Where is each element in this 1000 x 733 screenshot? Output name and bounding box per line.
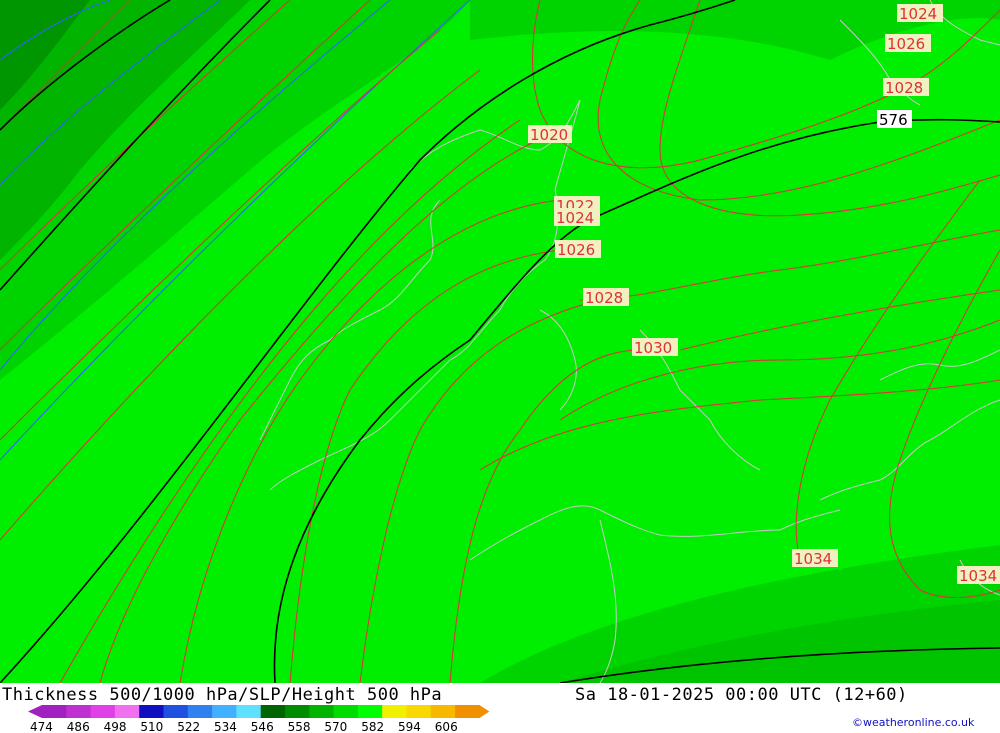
footer: Thickness 500/1000 hPa/SLP/Height 500 hP… [0,683,1000,733]
legend-tick-label: 510 [140,720,163,733]
isobar-label-1024-ne: 1024 [897,4,943,23]
isobar-label-1034-a: 1034 [792,549,838,568]
height-label-576: 576 [877,110,912,129]
svg-text:1028: 1028 [585,289,623,307]
isobar-label-1026: 1026 [555,240,601,259]
legend-tick-label: 486 [67,720,90,733]
credit-link[interactable]: ©weatheronline.co.uk [852,716,974,729]
map-datetime: Sa 18-01-2025 00:00 UTC (12+60) [575,685,908,705]
legend-swatch [187,705,213,718]
isobar-label-1024: 1024 [554,208,600,227]
svg-text:1034: 1034 [794,550,832,568]
svg-text:1024: 1024 [899,5,937,23]
svg-text:1030: 1030 [634,339,672,357]
svg-text:1028: 1028 [885,79,923,97]
isobar-label-1030: 1030 [632,338,678,357]
legend-tick-label: 558 [288,720,311,733]
legend-swatch [90,705,116,718]
legend-tick-label: 522 [177,720,200,733]
map-title: Thickness 500/1000 hPa/SLP/Height 500 hP… [2,685,443,705]
legend-swatch [455,705,480,718]
svg-text:1024: 1024 [556,209,594,227]
isobar-label-1028: 1028 [583,288,629,307]
legend-swatch [430,705,456,718]
legend-arrow-right [479,705,490,718]
legend-swatch [42,705,67,718]
legend-tick-label: 474 [30,720,53,733]
legend-swatch [285,705,310,718]
legend-swatch [333,705,359,718]
legend-swatch [357,705,383,718]
legend-swatch [66,705,92,718]
legend-swatch [139,705,164,718]
isobar-label-1028-ne: 1028 [883,78,929,97]
legend-swatch [406,705,432,718]
legend-swatch [212,705,237,718]
legend-swatch [309,705,335,718]
svg-text:1026: 1026 [887,35,925,53]
legend-swatch [163,705,189,718]
legend-tick-label: 534 [214,720,237,733]
color-legend: 474 486 498 510 522 534 546 558 570 582 594 606 [28,705,490,733]
svg-text:576: 576 [879,111,908,129]
legend-tick-label: 582 [361,720,384,733]
legend-swatch [114,705,140,718]
svg-text:1026: 1026 [557,241,595,259]
weather-map: 1020 1022 1024 1026 1028 1030 1034 1034 … [0,0,1000,684]
legend-tick-label: 498 [104,720,127,733]
map-panel: 1020 1022 1024 1026 1028 1030 1034 1034 … [0,0,1000,684]
legend-tick-label: 606 [435,720,458,733]
isobar-label-1020: 1020 [528,125,572,144]
isobar-label-1026-ne: 1026 [885,34,931,53]
svg-text:1034: 1034 [959,567,997,585]
legend-swatch [260,705,286,718]
legend-tick-label: 570 [324,720,347,733]
svg-text:1020: 1020 [530,126,568,144]
legend-tick-label: 546 [251,720,274,733]
legend-tick-label: 594 [398,720,421,733]
legend-arrow-left [28,705,42,718]
legend-swatch [236,705,262,718]
isobar-label-1034-b: 1034 [957,566,1000,585]
legend-swatch [382,705,407,718]
